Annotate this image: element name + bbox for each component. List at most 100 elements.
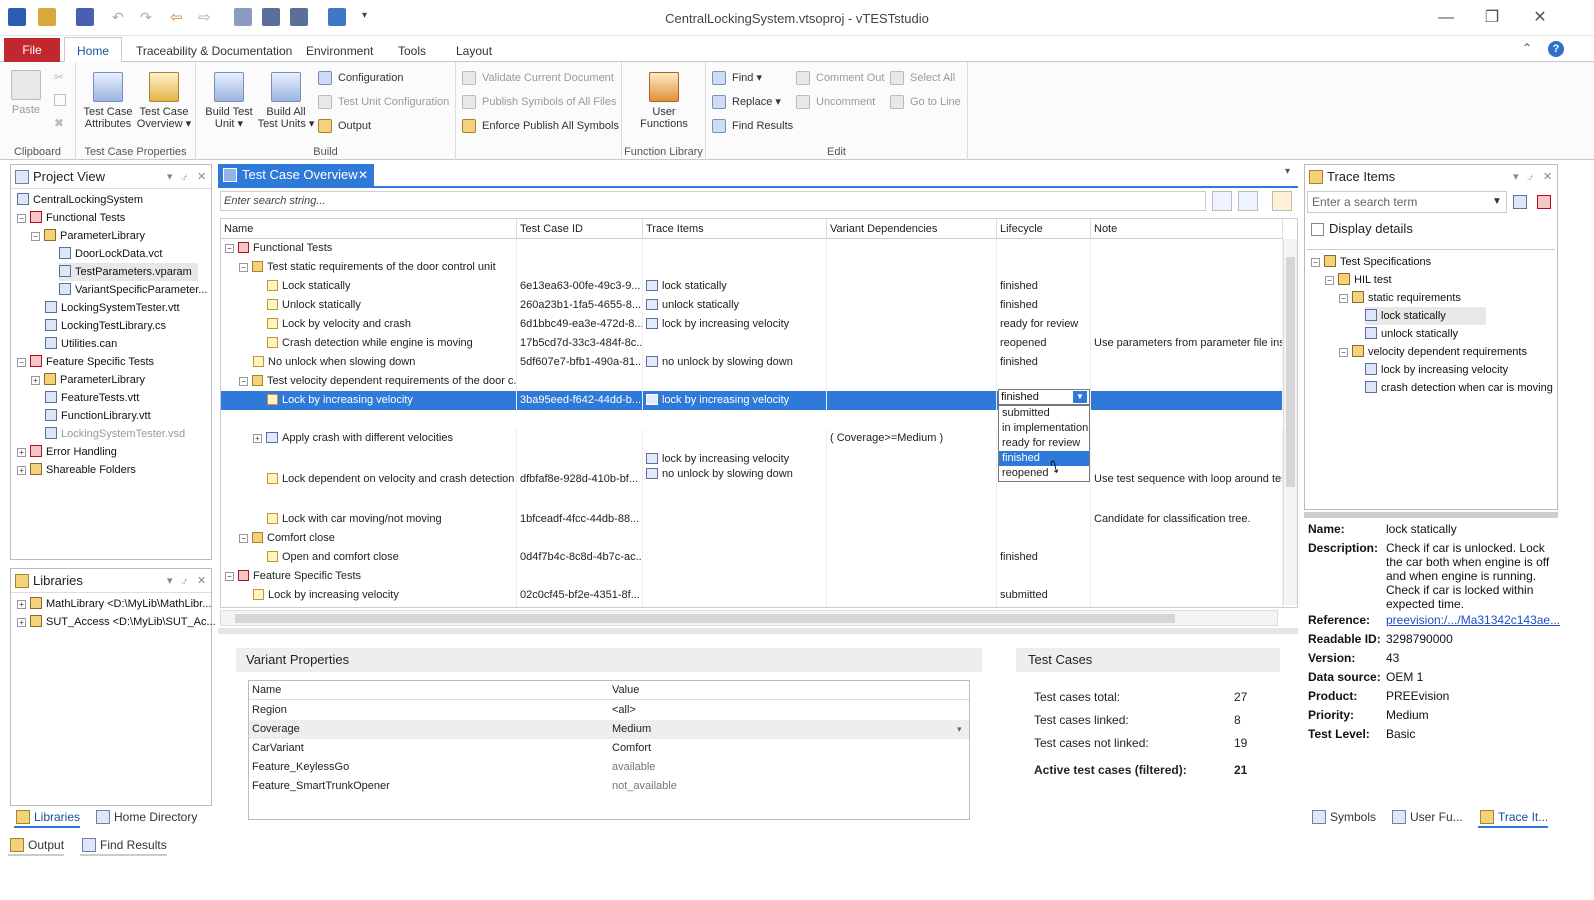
cell-life[interactable]: finished [997,277,1091,296]
table-row[interactable]: − Test static requirements of the door co… [221,258,1283,277]
column-header-note[interactable]: Note [1091,219,1283,239]
variant-row[interactable]: Feature_SmartTrunkOpener not_available [249,777,969,796]
expand-icon[interactable]: + [17,618,26,627]
table-row[interactable]: − Feature Specific Tests [221,567,1283,586]
column-header-name[interactable]: Name [221,219,517,239]
lifecycle-combo[interactable]: finished ▼ [998,389,1090,405]
dropdown-arrow-icon[interactable]: ▼ [1073,391,1087,403]
collapse-icon[interactable]: − [1311,258,1320,267]
cell-life[interactable]: ready for review [997,315,1091,334]
table-row[interactable]: Lock with car moving/not moving 1bfceadf-… [221,510,1283,529]
tree-node[interactable]: lock by increasing velocity [1365,361,1508,379]
tree-node[interactable]: FeatureTests.vtt [45,389,139,407]
trace-splitter[interactable] [1304,512,1558,518]
splitter[interactable] [218,628,1298,634]
collapse-icon[interactable]: − [239,534,248,543]
test-case-overview-button[interactable]: Test Case Overview ▾ [136,72,192,130]
build-test-unit-button[interactable]: Build Test Unit ▾ [202,72,256,130]
tree-node[interactable]: + ParameterLibrary [31,371,145,389]
tree-node[interactable]: − velocity dependent requirements [1339,343,1527,361]
tree-node[interactable]: + MathLibrary <D:\MyLib\MathLibr... [17,595,211,613]
tab-home-directory[interactable]: Home Directory [94,806,197,828]
h-scroll-thumb[interactable] [235,614,1175,623]
collapse-icon[interactable]: − [17,214,26,223]
close-icon[interactable]: ✕ [1528,8,1552,28]
tree-node[interactable]: − static requirements [1339,289,1461,307]
cell-life[interactable] [997,510,1091,529]
expand-icon[interactable]: + [17,448,26,457]
doc-list-icon[interactable]: ▾ [1285,166,1290,177]
table-row[interactable]: Lock dependent on velocity and crash det… [221,448,1283,510]
tab-trace-items[interactable]: Trace It... [1478,806,1549,828]
pin-icon[interactable]: ⍻ [181,165,187,189]
horizontal-scrollbar[interactable] [220,610,1278,626]
tab-symbols[interactable]: Symbols [1310,806,1376,828]
comment-out-button[interactable]: Comment Out [796,68,884,88]
doc-tab-test-case-overview[interactable]: Test Case Overview ✕ [218,164,374,186]
cell-life[interactable] [997,258,1091,277]
table-row[interactable]: − Functional Tests [221,239,1283,258]
coverage-dropdown-icon[interactable]: ▾ [957,720,962,739]
display-details-checkbox[interactable] [1311,223,1324,236]
tab-layout[interactable]: Layout [446,40,502,62]
tab-tools[interactable]: Tools [388,40,436,62]
table-row[interactable]: Lock by increasing velocity 02c0cf45-bf2e… [221,586,1283,605]
table-row[interactable]: Lock statically 6e13ea63-00fe-49c3-9... lo… [221,277,1283,296]
cell-life[interactable]: submitted [997,586,1091,605]
pin-icon[interactable]: ⍻ [181,569,187,593]
test-unit-configuration-button[interactable]: Test Unit Configuration [318,92,449,112]
test-case-attributes-button[interactable]: Test Case Attributes [80,72,136,130]
tree-node[interactable]: + Shareable Folders [17,461,136,479]
collapse-icon[interactable]: − [239,263,248,272]
scroll-thumb[interactable] [1286,257,1295,487]
table-row[interactable]: No unlock when slowing down 5df607e7-bfb1… [221,353,1283,372]
table-row[interactable]: Unlock statically 260a23b1-1fa5-4655-8...… [221,296,1283,315]
binoculars-icon[interactable] [1513,195,1527,209]
delete-icon[interactable]: ✖ [54,116,64,130]
tab-find-results[interactable]: Find Results [80,834,167,856]
collapse-icon[interactable]: − [1339,348,1348,357]
tree-node[interactable]: − HIL test [1325,271,1392,289]
restore-icon[interactable]: ❐ [1480,8,1504,28]
tree-node[interactable]: − Functional Tests [17,209,125,227]
table-row[interactable]: Lock by velocity and crash 6d1bbc49-ea3e-… [221,315,1283,334]
tree-node[interactable]: − Feature Specific Tests [17,353,154,371]
table-row[interactable]: Crash detection while engine is moving 17… [221,334,1283,353]
table-row[interactable]: + Apply crash with different velocities ( … [221,429,1283,448]
expand-icon[interactable]: + [17,600,26,609]
search-prev-icon[interactable] [1212,191,1232,211]
replace-button[interactable]: Replace ▾ [712,92,781,112]
find-results-button[interactable]: Find Results [712,116,793,136]
expand-icon[interactable]: + [31,376,40,385]
output-button[interactable]: Output [318,116,371,136]
overview-search-input[interactable]: Enter search string... [220,191,1206,211]
collapse-ribbon-icon[interactable]: ⌃ [1522,41,1532,55]
tree-node[interactable]: + SUT_Access <D:\MyLib\SUT_Ac... [17,613,216,631]
copy-icon[interactable] [54,94,66,106]
cell-life[interactable]: reopened [997,334,1091,353]
lifecycle-option-highlighted[interactable]: finished [999,451,1089,466]
collapse-icon[interactable]: − [225,572,234,581]
collapse-icon[interactable]: − [1325,276,1334,285]
table-row[interactable]: − Comfort close [221,529,1283,548]
cell-life[interactable]: finished [997,353,1091,372]
configuration-button[interactable]: Configuration [318,68,403,88]
panel-close-icon[interactable]: ✕ [197,165,206,189]
panel-menu-icon[interactable]: ▾ [167,165,173,189]
cell-life[interactable]: finished [997,548,1091,567]
search-next-icon[interactable] [1238,191,1258,211]
table-row[interactable]: Open and comfort close 0d4f7b4c-8c8d-4b7c… [221,548,1283,567]
clear-search-icon[interactable] [1537,195,1551,209]
lifecycle-option[interactable]: ready for review [999,436,1089,451]
pin-icon[interactable]: ⍻ [1527,165,1533,189]
build-all-test-units-button[interactable]: Build All Test Units ▾ [256,72,316,130]
variant-row[interactable]: Coverage Medium ▾ [249,720,969,739]
collapse-icon[interactable]: − [17,358,26,367]
collapse-icon[interactable]: − [1339,294,1348,303]
cell-life[interactable]: finished [997,296,1091,315]
validate-current-document-button[interactable]: Validate Current Document [462,68,614,88]
tab-file[interactable]: File [4,38,60,62]
vertical-scrollbar[interactable] [1283,239,1297,605]
tree-node[interactable]: − ParameterLibrary [31,227,145,245]
tree-node[interactable]: Utilities.can [45,335,117,353]
